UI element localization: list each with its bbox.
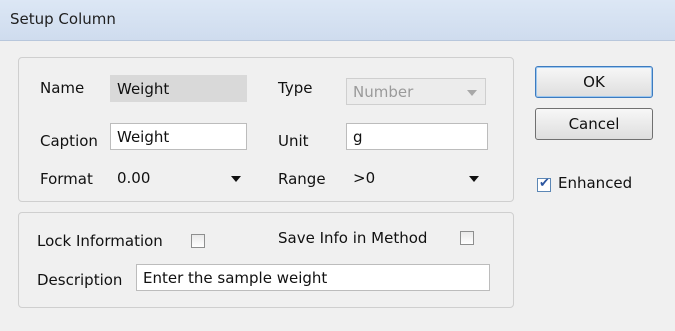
chevron-down-icon: [469, 176, 479, 182]
format-value: 0.00: [117, 169, 151, 187]
range-value: >0: [353, 169, 376, 187]
information-group: [18, 212, 514, 308]
chevron-down-icon: [467, 90, 477, 96]
enhanced-checkbox[interactable]: ✔: [537, 176, 551, 192]
lock-information-label: Lock Information: [37, 232, 163, 250]
save-info-checkbox[interactable]: [460, 231, 474, 245]
description-label: Description: [37, 271, 123, 289]
title-bar: Setup Column: [0, 0, 675, 41]
type-select: Number: [346, 78, 486, 105]
name-field: Weight: [110, 75, 247, 102]
description-field[interactable]: Enter the sample weight: [136, 264, 490, 291]
caption-field[interactable]: Weight: [110, 123, 247, 150]
caption-label: Caption: [40, 132, 98, 150]
cancel-button[interactable]: Cancel: [535, 108, 653, 140]
type-value: Number: [353, 83, 414, 101]
check-icon: ✔: [539, 176, 550, 191]
chevron-down-icon: [231, 176, 241, 182]
range-select[interactable]: >0: [346, 164, 488, 191]
format-label: Format: [40, 170, 93, 188]
enhanced-label: Enhanced: [558, 174, 633, 192]
unit-label: Unit: [278, 132, 309, 150]
format-select[interactable]: 0.00: [110, 164, 250, 191]
window-title: Setup Column: [10, 10, 116, 28]
type-label: Type: [278, 79, 313, 97]
range-label: Range: [278, 170, 326, 188]
name-label: Name: [40, 79, 85, 97]
unit-field[interactable]: g: [346, 123, 488, 150]
save-info-label: Save Info in Method: [278, 229, 428, 247]
lock-information-checkbox[interactable]: [191, 234, 205, 248]
ok-button[interactable]: OK: [535, 66, 653, 98]
